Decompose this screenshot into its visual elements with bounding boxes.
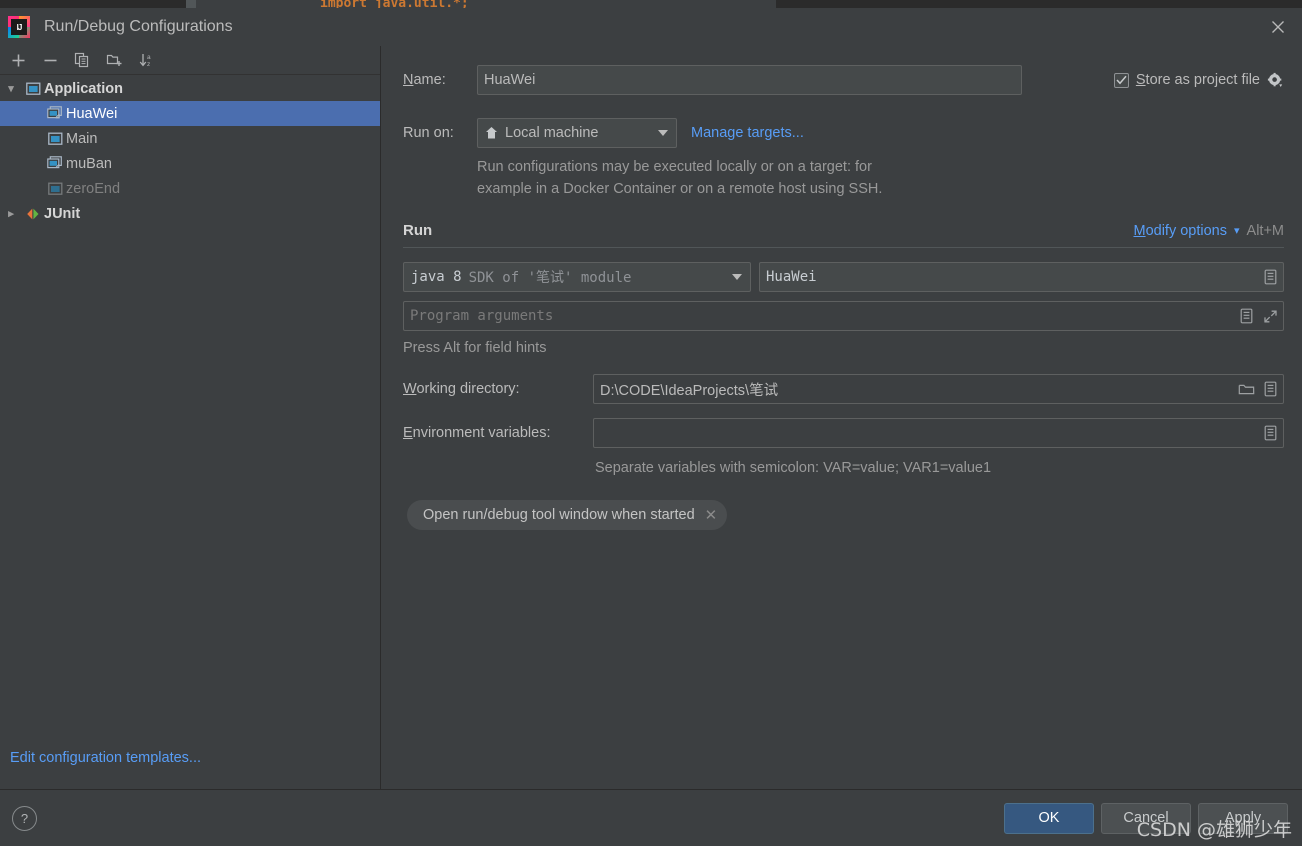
intellij-idea-logo-icon: IJ bbox=[8, 16, 30, 38]
tree-item-huawei[interactable]: HuaWei bbox=[0, 101, 380, 126]
run-config-shared-icon bbox=[44, 106, 66, 121]
dialog-body: a z ▾ Application HuaWei Main muBan zero… bbox=[0, 46, 1302, 789]
chevron-down-icon[interactable] bbox=[652, 130, 674, 136]
cancel-button[interactable]: Cancel bbox=[1101, 802, 1191, 834]
tree-item-label: HuaWei bbox=[66, 105, 118, 122]
configurations-tree[interactable]: ▾ Application HuaWei Main muBan zeroEnd … bbox=[0, 75, 380, 749]
modify-options-shortcut: Alt+M bbox=[1246, 222, 1284, 239]
jre-module-select[interactable]: java 8 SDK of '笔试' module bbox=[403, 262, 751, 292]
help-button[interactable]: ? bbox=[12, 805, 37, 831]
edit-configuration-templates-link[interactable]: Edit configuration templates... bbox=[10, 750, 201, 766]
run-on-row: Run on: Local machine Manage targets... bbox=[403, 114, 1284, 152]
environment-variables-hint: Separate variables with semicolon: VAR=v… bbox=[595, 460, 992, 476]
run-debug-configurations-dialog: IJ Run/Debug Configurations a z ▾ Applic… bbox=[0, 8, 1302, 846]
working-directory-input[interactable]: D:\CODE\IdeaProjects\笔试 bbox=[593, 374, 1284, 404]
working-directory-label: Working directory: bbox=[403, 381, 520, 397]
ide-editor-background: import java.util.*; bbox=[0, 0, 1302, 8]
run-on-value: Local machine bbox=[505, 125, 599, 141]
expand-list-icon[interactable] bbox=[1259, 421, 1281, 445]
close-small-icon[interactable]: ✕ bbox=[705, 508, 718, 523]
environment-variables-row: Environment variables: bbox=[403, 418, 1284, 448]
tree-item-muban[interactable]: muBan bbox=[0, 151, 380, 176]
junit-icon bbox=[22, 207, 44, 221]
sdk-and-mainclass-row: java 8 SDK of '笔试' module HuaWei bbox=[403, 262, 1284, 292]
run-config-temporary-icon bbox=[44, 182, 66, 196]
expand-list-icon[interactable] bbox=[1235, 304, 1257, 328]
chevron-down-icon[interactable]: ▾ bbox=[0, 82, 22, 95]
environment-variables-input[interactable] bbox=[593, 418, 1284, 448]
sdk-module-text: SDK of '笔试' module bbox=[468, 270, 632, 286]
gear-icon[interactable] bbox=[1267, 72, 1284, 89]
configurations-sidebar: a z ▾ Application HuaWei Main muBan zero… bbox=[0, 46, 381, 789]
program-arguments-input[interactable]: Program arguments bbox=[403, 301, 1284, 331]
tree-group-label: JUnit bbox=[44, 205, 81, 222]
configuration-form: Name: HuaWei Store as project file Run o… bbox=[381, 46, 1302, 789]
name-input-value: HuaWei bbox=[484, 72, 536, 88]
store-as-project-file-group[interactable]: Store as project file bbox=[1113, 72, 1284, 89]
environment-variables-label: Environment variables: bbox=[403, 425, 551, 441]
apply-button[interactable]: Apply bbox=[1198, 802, 1288, 834]
svg-text:a: a bbox=[147, 54, 151, 61]
tree-group-junit[interactable]: ▸ JUnit bbox=[0, 201, 380, 226]
chip-label: Open run/debug tool window when started bbox=[423, 507, 695, 523]
add-configuration-button[interactable] bbox=[2, 47, 34, 74]
footer-buttons: OK Cancel Apply bbox=[1004, 802, 1288, 834]
tree-item-zeroend[interactable]: zeroEnd bbox=[0, 176, 380, 201]
name-input[interactable]: HuaWei bbox=[477, 65, 1022, 95]
expand-editor-icon[interactable] bbox=[1259, 304, 1281, 328]
run-on-target-select[interactable]: Local machine bbox=[477, 118, 677, 148]
manage-targets-link[interactable]: Manage targets... bbox=[691, 125, 804, 141]
tree-group-application[interactable]: ▾ Application bbox=[0, 76, 380, 101]
chevron-down-icon[interactable]: ▾ bbox=[1234, 224, 1240, 237]
svg-text:z: z bbox=[147, 61, 150, 68]
store-as-project-file-label: Store as project file bbox=[1135, 72, 1260, 88]
expand-list-icon[interactable] bbox=[1259, 265, 1281, 289]
run-on-description-line-1: Run configurations may be executed local… bbox=[477, 159, 872, 175]
dialog-titlebar: IJ Run/Debug Configurations bbox=[0, 8, 1302, 46]
chevron-down-icon[interactable] bbox=[726, 274, 748, 280]
run-config-shared-icon bbox=[44, 156, 66, 171]
remove-configuration-button[interactable] bbox=[34, 47, 66, 74]
application-icon bbox=[22, 82, 44, 96]
tree-item-label: Main bbox=[66, 130, 98, 147]
chevron-right-icon[interactable]: ▸ bbox=[0, 207, 22, 220]
program-arguments-placeholder: Program arguments bbox=[410, 308, 554, 324]
open-run-debug-tool-window-chip[interactable]: Open run/debug tool window when started … bbox=[407, 500, 728, 530]
dialog-footer: ? OK Cancel Apply bbox=[0, 789, 1302, 846]
run-section-title: Run bbox=[403, 222, 433, 239]
field-hints-text: Press Alt for field hints bbox=[403, 340, 547, 356]
tree-group-label: Application bbox=[44, 80, 123, 97]
run-config-icon bbox=[44, 132, 66, 146]
working-directory-value: D:\CODE\IdeaProjects\笔试 bbox=[600, 382, 779, 399]
modify-options-link[interactable]: Modify options bbox=[1133, 223, 1227, 239]
run-on-label: Run on: bbox=[403, 125, 454, 141]
run-on-description: Run configurations may be executed local… bbox=[477, 156, 1284, 200]
store-as-project-file-checkbox[interactable] bbox=[1113, 72, 1129, 88]
options-chip-area: Open run/debug tool window when started … bbox=[407, 500, 1284, 530]
close-icon[interactable] bbox=[1254, 8, 1302, 46]
folder-icon[interactable] bbox=[1235, 377, 1257, 401]
edit-templates-area: Edit configuration templates... bbox=[0, 749, 380, 789]
ok-button[interactable]: OK bbox=[1004, 802, 1094, 834]
working-directory-row: Working directory: D:\CODE\IdeaProjects\… bbox=[403, 374, 1284, 404]
editor-tab-strip bbox=[196, 0, 776, 8]
sdk-version: java 8 bbox=[411, 269, 462, 285]
copy-configuration-icon[interactable] bbox=[66, 47, 98, 74]
local-machine-icon bbox=[485, 126, 498, 140]
expand-list-icon[interactable] bbox=[1259, 377, 1281, 401]
sidebar-toolbar: a z bbox=[0, 46, 380, 75]
main-class-input[interactable]: HuaWei bbox=[759, 262, 1284, 292]
dialog-title: Run/Debug Configurations bbox=[44, 18, 233, 35]
tree-item-label: muBan bbox=[66, 155, 112, 172]
run-on-description-line-2: example in a Docker Container or on a re… bbox=[477, 181, 883, 197]
tree-item-label: zeroEnd bbox=[66, 180, 121, 197]
run-section-header: Run Modify options ▾ Alt+M bbox=[403, 222, 1284, 248]
editor-code-line: import java.util.*; bbox=[320, 0, 469, 8]
name-row: Name: HuaWei Store as project file bbox=[403, 64, 1284, 96]
sort-az-icon[interactable]: a z bbox=[130, 47, 162, 74]
main-class-value: HuaWei bbox=[766, 269, 817, 285]
name-label: Name: bbox=[403, 72, 446, 88]
new-folder-icon[interactable] bbox=[98, 47, 130, 74]
tree-item-main[interactable]: Main bbox=[0, 126, 380, 151]
